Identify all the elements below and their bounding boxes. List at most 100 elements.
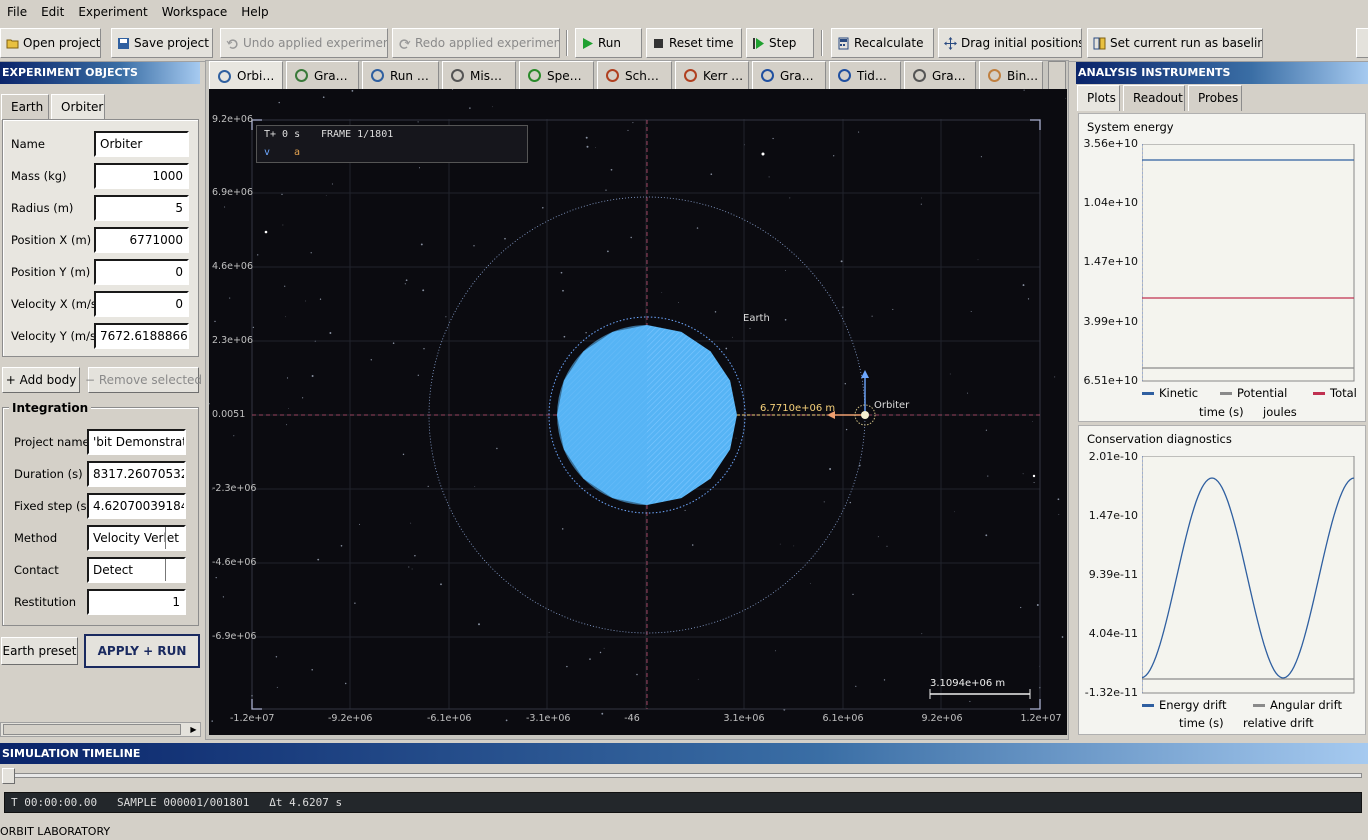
status-bar: ORBIT LABORATORY	[0, 824, 1368, 840]
tab-plots[interactable]: Plots	[1077, 85, 1120, 111]
star	[809, 583, 811, 585]
orbit-viewport[interactable]: T+ 0 s FRAME 1/1801 v a 9.2e+06 6.9e+06 4.…	[209, 89, 1067, 735]
star	[420, 243, 423, 246]
tab-earth[interactable]: Earth	[1, 94, 49, 120]
toolbar-overflow-button[interactable]	[1356, 28, 1368, 58]
add-body-button[interactable]: + Add body	[2, 367, 80, 393]
star	[305, 300, 307, 302]
star	[276, 686, 278, 688]
view-tab[interactable]: Bin…	[979, 61, 1043, 90]
select-divider	[165, 559, 166, 581]
integration-input[interactable]: 4.62070039184	[87, 493, 186, 519]
field-input[interactable]: 0	[94, 259, 189, 285]
scrollbar-thumb[interactable]	[3, 724, 181, 735]
view-tab[interactable]: Sch…	[597, 61, 672, 90]
tab-orbiter[interactable]: Orbiter	[51, 94, 105, 120]
tab-readout[interactable]: Readout	[1123, 85, 1185, 111]
open-project-button[interactable]: Open project	[0, 28, 101, 58]
view-tab[interactable]: Kerr …	[675, 61, 749, 90]
view-tab-label: Mis…	[470, 68, 502, 83]
play-icon	[583, 37, 593, 49]
field-input[interactable]: 0	[94, 291, 189, 317]
menu-experiment[interactable]: Experiment	[71, 0, 154, 24]
star	[987, 475, 989, 477]
menu-workspace[interactable]: Workspace	[155, 0, 235, 24]
view-tab-icon	[371, 69, 384, 82]
recalculate-button[interactable]: Recalculate	[831, 28, 934, 58]
star	[883, 679, 886, 681]
remove-selected-button[interactable]: − Remove selected	[85, 367, 202, 393]
star	[840, 260, 843, 263]
menu-file[interactable]: File	[0, 0, 34, 24]
legend-kinetic-swatch	[1142, 391, 1154, 395]
view-tab[interactable]: Tid…	[829, 61, 901, 90]
view-tab[interactable]: Mis…	[442, 61, 516, 90]
field-input[interactable]: Orbiter	[94, 131, 189, 157]
star	[440, 583, 442, 586]
star	[601, 712, 604, 715]
energy-ylabel: joules	[1263, 405, 1297, 419]
star	[224, 206, 226, 208]
star	[285, 316, 287, 318]
energy-y-tick: 1.04e+10	[1083, 196, 1138, 209]
simulation-timeline-title: SIMULATION TIMELINE	[0, 743, 1368, 764]
star	[505, 719, 508, 722]
save-project-button[interactable]: Save project	[111, 28, 213, 58]
integration-select[interactable]: Detect	[87, 557, 186, 583]
drag-initial-positions-button[interactable]: Drag initial positions	[938, 28, 1082, 58]
integration-label: Contact	[14, 563, 59, 577]
menu-edit[interactable]: Edit	[34, 0, 71, 24]
menu-help[interactable]: Help	[234, 0, 275, 24]
hud-box: T+ 0 s FRAME 1/1801 v a	[256, 125, 528, 163]
left-horizontal-scrollbar[interactable]: ▶	[0, 722, 201, 737]
star	[607, 250, 609, 253]
view-tab[interactable]: Orbi…	[209, 61, 283, 90]
field-input[interactable]: 1000	[94, 163, 189, 189]
timeline-track[interactable]	[4, 773, 1362, 778]
conservation-chart	[1142, 456, 1355, 694]
energy-y-tick: 3.99e+10	[1083, 315, 1138, 328]
earth-preset-button[interactable]: Earth preset	[1, 637, 78, 665]
conservation-plot: Conservation diagnostics 2.01e-10 1.47e-1…	[1078, 425, 1366, 735]
view-tab[interactable]: Gra…	[904, 61, 976, 90]
view-tab[interactable]: Gra…	[286, 61, 359, 90]
field-input[interactable]: 7672.6188866	[94, 323, 189, 349]
redo-button[interactable]: Redo applied experiment	[392, 28, 560, 58]
star	[970, 311, 972, 312]
field-input[interactable]: 5	[94, 195, 189, 221]
integration-label: Restitution	[14, 595, 77, 609]
undo-button[interactable]: Undo applied experiment	[220, 28, 388, 58]
apply-run-button[interactable]: APPLY + RUN	[84, 634, 200, 668]
integration-input[interactable]: 'bit Demonstration	[87, 429, 186, 455]
view-tab[interactable]: Run …	[362, 61, 439, 90]
integration-select[interactable]: Velocity Verlet	[87, 525, 186, 551]
integration-input[interactable]: 1	[87, 589, 186, 615]
star	[595, 146, 596, 148]
star	[233, 435, 235, 437]
star	[1036, 604, 1039, 606]
step-button[interactable]: Step	[746, 28, 814, 58]
view-tab[interactable]: Gra…	[752, 61, 826, 90]
view-tab[interactable]: Spe…	[519, 61, 594, 90]
view-tab-label: Gra…	[314, 68, 348, 83]
run-button[interactable]: Run	[575, 28, 642, 58]
timeline-slider-handle[interactable]	[2, 768, 15, 784]
star	[585, 136, 588, 139]
reset-time-button[interactable]: Reset time	[646, 28, 742, 58]
star	[418, 167, 421, 169]
view-tab-icon	[451, 69, 464, 82]
tab-probes[interactable]: Probes	[1188, 85, 1242, 111]
set-baseline-button[interactable]: Set current run as baseline	[1087, 28, 1263, 58]
view-tab-label: Gra…	[780, 68, 814, 83]
star	[677, 301, 679, 303]
field-input[interactable]: 6771000	[94, 227, 189, 253]
star	[414, 554, 416, 557]
star	[1022, 284, 1025, 287]
toolbar: Open project Save project Undo applied e…	[0, 24, 1368, 62]
view-tabs-scroll-button[interactable]	[1048, 61, 1066, 90]
star	[344, 682, 347, 685]
integration-input[interactable]: 8317.26070532	[87, 461, 186, 487]
star	[785, 269, 786, 271]
scroll-right-icon[interactable]: ▶	[188, 724, 199, 735]
conservation-y-tick: 9.39e-11	[1088, 568, 1138, 581]
